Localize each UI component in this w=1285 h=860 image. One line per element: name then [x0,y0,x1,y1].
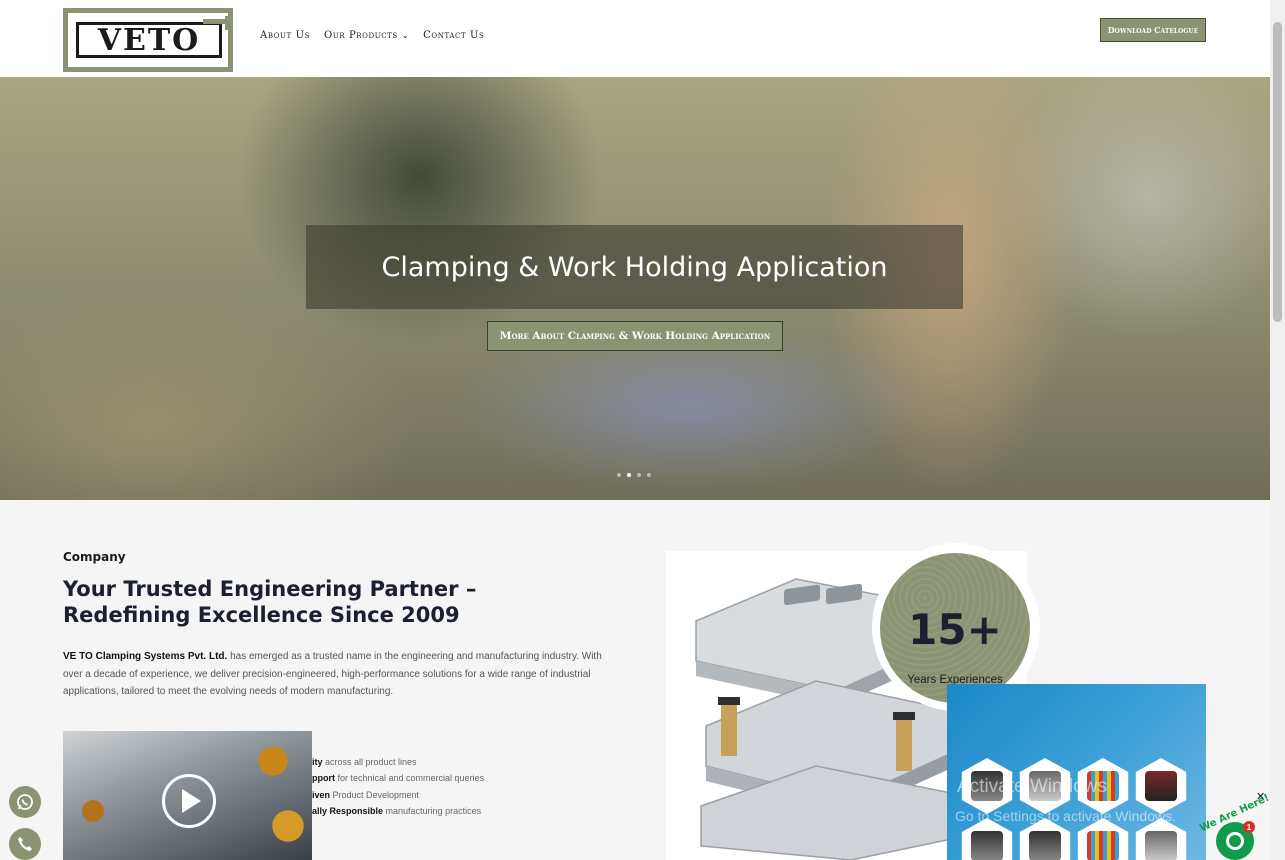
feature-item: ally Responsible manufacturing practices [312,805,482,816]
play-icon[interactable] [162,774,216,828]
hero-title-box: Clamping & Work Holding Application [306,225,963,309]
logo-text: VETO [97,22,201,58]
feature-item: pport for technical and commercial queri… [312,773,485,784]
experience-number: 15+ [908,605,1002,654]
clamp-icon [203,16,233,30]
company-label: Company [63,550,126,564]
product-hex [1135,758,1187,814]
slider-dot-4[interactable] [647,473,651,477]
chat-notification-badge: 1 [1243,821,1255,833]
product-hex [1135,818,1187,860]
download-catalogue-button[interactable]: Download Catelogue [1100,18,1206,42]
windows-watermark-subtitle: Go to Settings to activate Windows. [955,808,1176,824]
nav-contact-us-label: Contact Us [423,30,485,41]
feature-item: iven Product Development [312,789,420,800]
chevron-down-icon: ⌄ [401,31,410,40]
logo-frame: VETO [76,16,229,58]
hero-title: Clamping & Work Holding Application [381,251,888,283]
slider-dot-2[interactable] [627,473,631,477]
windows-watermark-title: Activate Windows [957,776,1107,797]
feature-item: ity across all product lines [312,757,417,767]
product-hex [961,818,1013,860]
company-description: VE TO Clamping Systems Pvt. Ltd. has eme… [63,648,611,701]
product-hex [1077,818,1129,860]
feature-list: ity across all product lines pport for t… [312,754,484,819]
nav-about-us-label: About Us [260,30,311,41]
site-header: VETO About Us Our Products ⌄ Contact Us … [0,0,1270,77]
whatsapp-icon[interactable] [9,786,41,818]
nav-contact-us[interactable]: Contact Us [423,30,484,41]
hero-slider: Clamping & Work Holding Application More… [0,77,1270,500]
scrollbar-thumb[interactable] [1273,22,1282,322]
product-hex [1019,818,1071,860]
veto-logo[interactable]: VETO [63,8,233,72]
main-nav: About Us Our Products ⌄ Contact Us [260,30,484,41]
company-name: VE TO Clamping Systems Pvt. Ltd. [63,651,228,662]
nav-about-us[interactable]: About Us [260,30,310,41]
company-video-thumbnail[interactable] [63,731,312,860]
nav-our-products[interactable]: Our Products ⌄ [324,30,409,41]
phone-icon[interactable] [9,828,41,860]
chat-bubble-icon [1226,832,1244,850]
slider-dots [617,473,651,477]
page-scrollbar[interactable] [1270,0,1285,860]
experience-badge: 15+ Years Experiences [880,553,1030,703]
slider-dot-1[interactable] [617,473,621,477]
slider-dot-3[interactable] [637,473,641,477]
hero-more-button[interactable]: More About Clamping & Work Holding Appli… [487,321,783,351]
nav-our-products-label: Our Products [324,30,398,41]
product-catalogue-image [947,684,1206,860]
company-title: Your Trusted Engineering Partner – Redef… [63,577,477,627]
